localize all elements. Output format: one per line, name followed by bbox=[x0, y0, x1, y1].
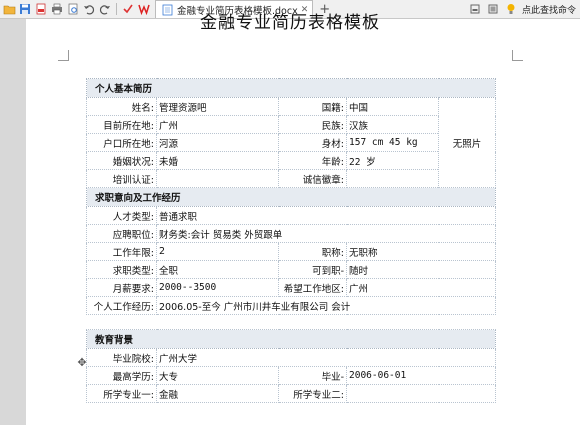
onboard-label: 可到职- bbox=[278, 260, 347, 279]
hukou-value[interactable]: 河源 bbox=[156, 133, 279, 152]
table-row: 月薪要求: 2000--3500 希望工作地区: 广州 bbox=[86, 278, 497, 297]
table-row: 所学专业一: 金融 所学专业二: bbox=[86, 384, 497, 403]
photo-cell[interactable]: 无照片 bbox=[437, 97, 497, 188]
name-value[interactable]: 管理资源吧 bbox=[156, 97, 279, 116]
margin-marker bbox=[58, 50, 69, 61]
ethnicity-label: 民族: bbox=[278, 115, 347, 134]
major1-label: 所学专业一: bbox=[86, 384, 157, 403]
experience-label: 个人工作经历: bbox=[86, 296, 157, 315]
table-row: 个人工作经历: 2006.05-至今 广州市川井车业有限公司 会计 bbox=[86, 296, 497, 315]
table-row: 婚姻状况: 未婚 年龄: 22 岁 bbox=[86, 151, 496, 170]
section-title: 教育背景 bbox=[85, 329, 497, 349]
years-label: 工作年限: bbox=[86, 242, 157, 261]
hukou-label: 户口所在地: bbox=[86, 133, 157, 152]
region-label: 希望工作地区: bbox=[278, 278, 347, 297]
name-label: 姓名: bbox=[86, 97, 157, 116]
spacer-row bbox=[86, 314, 496, 330]
marital-label: 婚姻状况: bbox=[86, 151, 157, 170]
type-label: 求职类型: bbox=[86, 260, 157, 279]
marital-value[interactable]: 未婚 bbox=[156, 151, 279, 170]
table-row: 求职类型: 全职 可到职- 随时 bbox=[86, 260, 497, 279]
table-row: 培训认证: 诚信徽章: bbox=[86, 169, 496, 188]
document-title: 金融专业简历表格模板 bbox=[200, 13, 380, 33]
graduation-label: 毕业- bbox=[278, 366, 347, 385]
years-value[interactable]: 2 bbox=[156, 242, 279, 261]
position-label: 应聘职位: bbox=[86, 224, 157, 243]
training-label: 培训认证: bbox=[86, 169, 157, 188]
table-row: 工作年限: 2 职称: 无职称 bbox=[86, 242, 497, 261]
nationality-value[interactable]: 中国 bbox=[346, 97, 439, 116]
credit-label: 诚信徽章: bbox=[278, 169, 347, 188]
age-value[interactable]: 22 岁 bbox=[346, 151, 439, 170]
spacer-cell bbox=[86, 314, 496, 330]
table-row: 毕业院校: 广州大学 bbox=[86, 348, 497, 367]
table-row: 姓名: 管理资源吧 国籍: 中国 无照片 bbox=[86, 97, 497, 188]
section-title: 求职意向及工作经历 bbox=[85, 187, 497, 207]
onboard-value[interactable]: 随时 bbox=[345, 260, 497, 279]
table-row: 人才类型: 普通求职 bbox=[86, 206, 497, 225]
section-header-education: 教育背景 bbox=[85, 329, 497, 349]
school-value[interactable]: 广州大学 bbox=[155, 348, 497, 367]
table-row: 目前所在地: 广州 民族: 汉族 bbox=[86, 115, 496, 134]
degree-value[interactable]: 大专 bbox=[156, 366, 279, 385]
table-row: 最高学历: 大专 毕业- 2006-06-01 bbox=[86, 366, 497, 385]
ethnicity-value[interactable]: 汉族 bbox=[346, 115, 439, 134]
credit-value[interactable] bbox=[346, 169, 439, 188]
title-label: 职称: bbox=[278, 242, 347, 261]
talent-value[interactable]: 普通求职 bbox=[155, 206, 497, 225]
resume-table: 个人基本简历 姓名: 管理资源吧 国籍: 中国 无照片 目前所在地: 广州 民族… bbox=[85, 78, 497, 403]
salary-label: 月薪要求: bbox=[86, 278, 157, 297]
margin-marker bbox=[512, 50, 523, 61]
region-value[interactable]: 广州 bbox=[345, 278, 497, 297]
type-value[interactable]: 全职 bbox=[156, 260, 279, 279]
section-title: 个人基本简历 bbox=[85, 78, 497, 98]
title-value[interactable]: 无职称 bbox=[345, 242, 497, 261]
position-value[interactable]: 财务类:会计 贸易类 外贸跟单 bbox=[155, 224, 497, 243]
section-header-intent: 求职意向及工作经历 bbox=[85, 187, 497, 207]
school-label: 毕业院校: bbox=[86, 348, 157, 367]
major2-label: 所学专业二: bbox=[278, 384, 347, 403]
experience-value[interactable]: 2006.05-至今 广州市川井车业有限公司 会计 bbox=[155, 296, 497, 315]
talent-label: 人才类型: bbox=[86, 206, 157, 225]
major2-value[interactable] bbox=[345, 384, 497, 403]
graduation-value[interactable]: 2006-06-01 bbox=[345, 366, 497, 385]
location-value[interactable]: 广州 bbox=[156, 115, 279, 134]
stature-value[interactable]: 157 cm 45 kg bbox=[346, 133, 439, 152]
table-row: 户口所在地: 河源 身材: 157 cm 45 kg bbox=[86, 133, 496, 152]
stature-label: 身材: bbox=[278, 133, 347, 152]
location-label: 目前所在地: bbox=[86, 115, 157, 134]
salary-value[interactable]: 2000--3500 bbox=[156, 278, 279, 297]
training-value[interactable] bbox=[156, 169, 279, 188]
major1-value[interactable]: 金融 bbox=[156, 384, 279, 403]
degree-label: 最高学历: bbox=[86, 366, 157, 385]
section-header-basic: 个人基本简历 bbox=[85, 78, 497, 98]
age-label: 年龄: bbox=[278, 151, 347, 170]
nationality-label: 国籍: bbox=[278, 97, 347, 116]
table-row: 应聘职位: 财务类:会计 贸易类 外贸跟单 bbox=[86, 224, 497, 243]
